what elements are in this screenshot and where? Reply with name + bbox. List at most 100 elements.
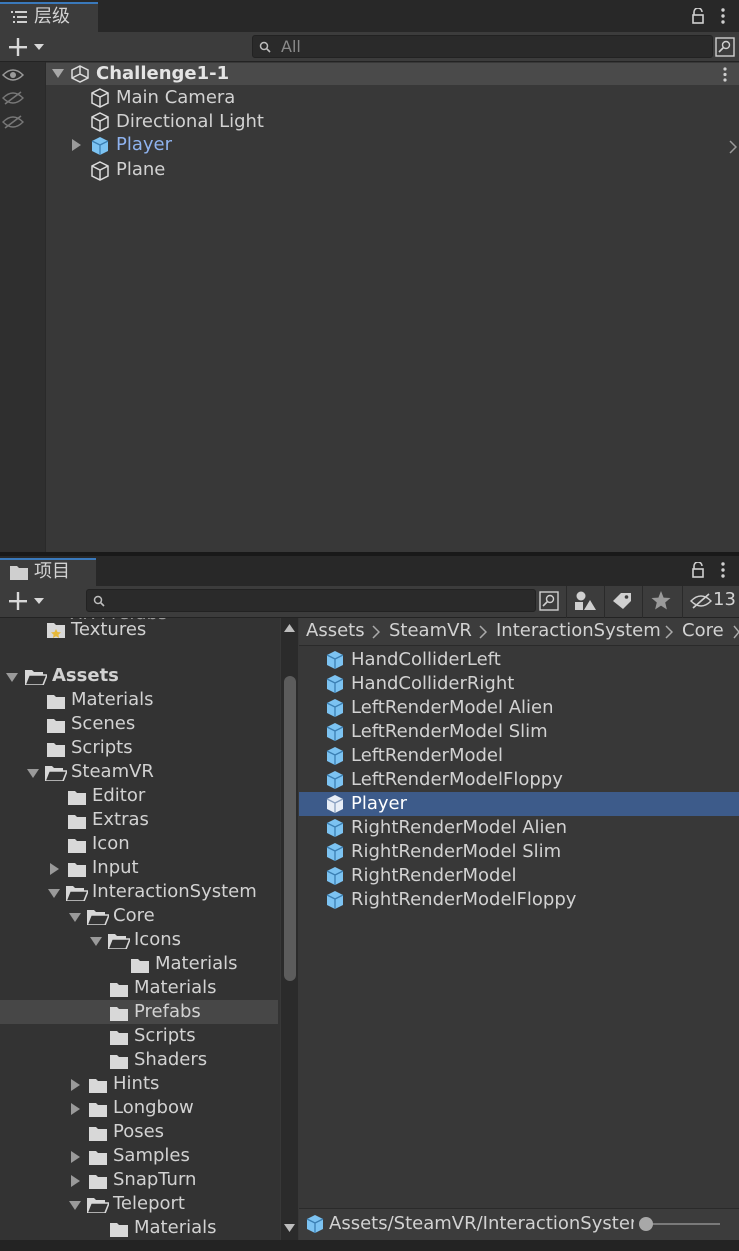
breadcrumb-item-steamvr[interactable]: SteamVR — [389, 618, 472, 644]
hierarchy-tab-bar — [0, 0, 739, 32]
gameobject-cube-icon — [90, 88, 110, 108]
asset-item-handcolliderleft[interactable]: HandColliderLeft — [351, 648, 501, 672]
tree-item-snapturn[interactable]: SnapTurn — [113, 1168, 196, 1192]
tree-item-steamvr[interactable]: SteamVR — [71, 760, 154, 784]
asset-item-rightrendermodel-alien[interactable]: RightRenderModel Alien — [351, 816, 567, 840]
add-icon[interactable] — [9, 592, 47, 610]
asset-item-leftrendermodel[interactable]: LeftRenderModel — [351, 744, 503, 768]
asset-item-leftrendermodelfloppy[interactable]: LeftRenderModelFloppy — [351, 768, 563, 792]
asset-item-player[interactable]: Player — [351, 792, 407, 816]
prefab-cube-icon — [325, 818, 345, 838]
folder-icon — [110, 1054, 128, 1069]
zoom-slider-handle[interactable] — [639, 1217, 653, 1231]
more-options-icon[interactable] — [720, 562, 726, 578]
asset-item-leftrendermodel-slim[interactable]: LeftRenderModel Slim — [351, 720, 548, 744]
tree-item-prefabs[interactable]: Prefabs — [134, 1000, 201, 1024]
tree-item-shaders[interactable]: Shaders — [134, 1048, 207, 1072]
hierarchy-item-player[interactable]: Player — [116, 133, 172, 157]
tree-item-core[interactable]: Core — [113, 904, 155, 928]
hierarchy-tab[interactable]: 层级 — [0, 2, 98, 32]
asset-item-rightrendermodel-slim[interactable]: RightRenderModel Slim — [351, 840, 561, 864]
tree-item-icon[interactable]: Icon — [92, 832, 130, 856]
tree-item-core-materials[interactable]: Materials — [134, 976, 217, 1000]
tree-item-textures[interactable]: Textures — [71, 618, 146, 642]
breadcrumb-item-core[interactable]: Core — [682, 618, 724, 644]
tree-item-assets[interactable]: Assets — [52, 664, 119, 688]
chevron-right-icon[interactable] — [729, 140, 737, 154]
hierarchy-search-input[interactable]: All — [252, 35, 713, 58]
tree-item-editor[interactable]: Editor — [92, 784, 145, 808]
chevron-right-icon[interactable] — [71, 1103, 81, 1115]
add-icon[interactable] — [9, 38, 47, 56]
search-mode-icon[interactable] — [715, 37, 735, 57]
tree-item-extras[interactable]: Extras — [92, 808, 149, 832]
breadcrumb-item-interactionsystem[interactable]: InteractionSystem — [496, 618, 661, 644]
zoom-slider-track[interactable] — [646, 1223, 720, 1225]
asset-item-handcolliderright[interactable]: HandColliderRight — [351, 672, 514, 696]
tree-item-hints[interactable]: Hints — [113, 1072, 159, 1096]
chevron-down-icon[interactable] — [48, 889, 60, 899]
folder-tree: XR Prefabs Textures Assets Materials Sce… — [0, 618, 280, 1240]
lock-icon[interactable] — [692, 562, 704, 578]
filter-by-label-icon[interactable] — [612, 592, 632, 610]
asset-item-rightrendermodelfloppy[interactable]: RightRenderModelFloppy — [351, 888, 576, 912]
prefab-cube-icon — [325, 866, 345, 886]
chevron-down-icon[interactable] — [90, 937, 102, 947]
chevron-right-icon[interactable] — [50, 863, 60, 875]
tree-item-teleport[interactable]: Teleport — [113, 1192, 185, 1216]
hidden-packages-icon[interactable] — [690, 593, 712, 609]
scene-menu-icon[interactable] — [722, 67, 728, 82]
chevron-right-icon[interactable] — [71, 1175, 81, 1187]
tree-scroll-thumb[interactable] — [284, 676, 296, 981]
asset-item-leftrendermodel-alien[interactable]: LeftRenderModel Alien — [351, 696, 554, 720]
tree-item-scripts[interactable]: Scripts — [71, 736, 133, 760]
scroll-down-icon[interactable] — [284, 1224, 295, 1232]
tree-item-icons[interactable]: Icons — [134, 928, 181, 952]
star-icon[interactable] — [651, 591, 671, 610]
unity-scene-icon — [70, 65, 90, 83]
folder-icon — [68, 814, 86, 829]
project-search-input[interactable] — [86, 589, 536, 612]
project-tab[interactable]: 项目 — [0, 558, 96, 586]
hierarchy-item-main-camera[interactable]: Main Camera — [116, 86, 235, 110]
folder-open-icon — [25, 669, 47, 685]
eye-hidden-icon[interactable] — [2, 91, 24, 105]
hierarchy-item-directional-light[interactable]: Directional Light — [116, 110, 264, 134]
breadcrumb-item-assets[interactable]: Assets — [306, 618, 365, 644]
prefab-cube-icon — [305, 1214, 325, 1234]
folder-open-icon — [45, 765, 67, 781]
chevron-down-icon[interactable] — [69, 1201, 81, 1211]
asset-item-rightrendermodel[interactable]: RightRenderModel — [351, 864, 517, 888]
prefab-cube-icon — [325, 890, 345, 910]
chevron-down-icon[interactable] — [6, 673, 18, 683]
tree-item-interactionsystem[interactable]: InteractionSystem — [92, 880, 257, 904]
eye-icon[interactable] — [2, 68, 24, 82]
tree-item-teleport-materials[interactable]: Materials — [134, 1216, 217, 1240]
chevron-down-icon[interactable] — [52, 69, 64, 79]
chevron-down-icon[interactable] — [69, 913, 81, 923]
search-mode-icon[interactable] — [539, 591, 559, 611]
chevron-down-icon[interactable] — [27, 769, 39, 779]
tree-item-materials[interactable]: Materials — [71, 688, 154, 712]
folder-icon — [89, 1150, 107, 1165]
tree-item-samples[interactable]: Samples — [113, 1144, 190, 1168]
folder-icon — [89, 1102, 107, 1117]
chevron-right-icon[interactable] — [72, 139, 82, 151]
status-path-clip: Assets/SteamVR/InteractionSysten — [329, 1210, 634, 1238]
tree-item-input[interactable]: Input — [92, 856, 139, 880]
scene-name: Challenge1-1 — [96, 63, 230, 84]
scroll-up-icon[interactable] — [284, 624, 295, 632]
chevron-right-icon[interactable] — [71, 1079, 81, 1091]
eye-hidden-icon[interactable] — [2, 115, 24, 129]
tree-item-longbow[interactable]: Longbow — [113, 1096, 194, 1120]
lock-icon[interactable] — [692, 8, 704, 24]
more-options-icon[interactable] — [720, 8, 726, 24]
tree-item-icons-materials[interactable]: Materials — [155, 952, 238, 976]
filter-by-type-icon[interactable] — [574, 590, 596, 612]
chevron-right-icon[interactable] — [71, 1151, 81, 1163]
chevron-right-icon — [733, 625, 739, 639]
tree-item-scenes[interactable]: Scenes — [71, 712, 135, 736]
tree-item-poses[interactable]: Poses — [113, 1120, 164, 1144]
tree-item-core-scripts[interactable]: Scripts — [134, 1024, 196, 1048]
hierarchy-item-plane[interactable]: Plane — [116, 158, 165, 182]
